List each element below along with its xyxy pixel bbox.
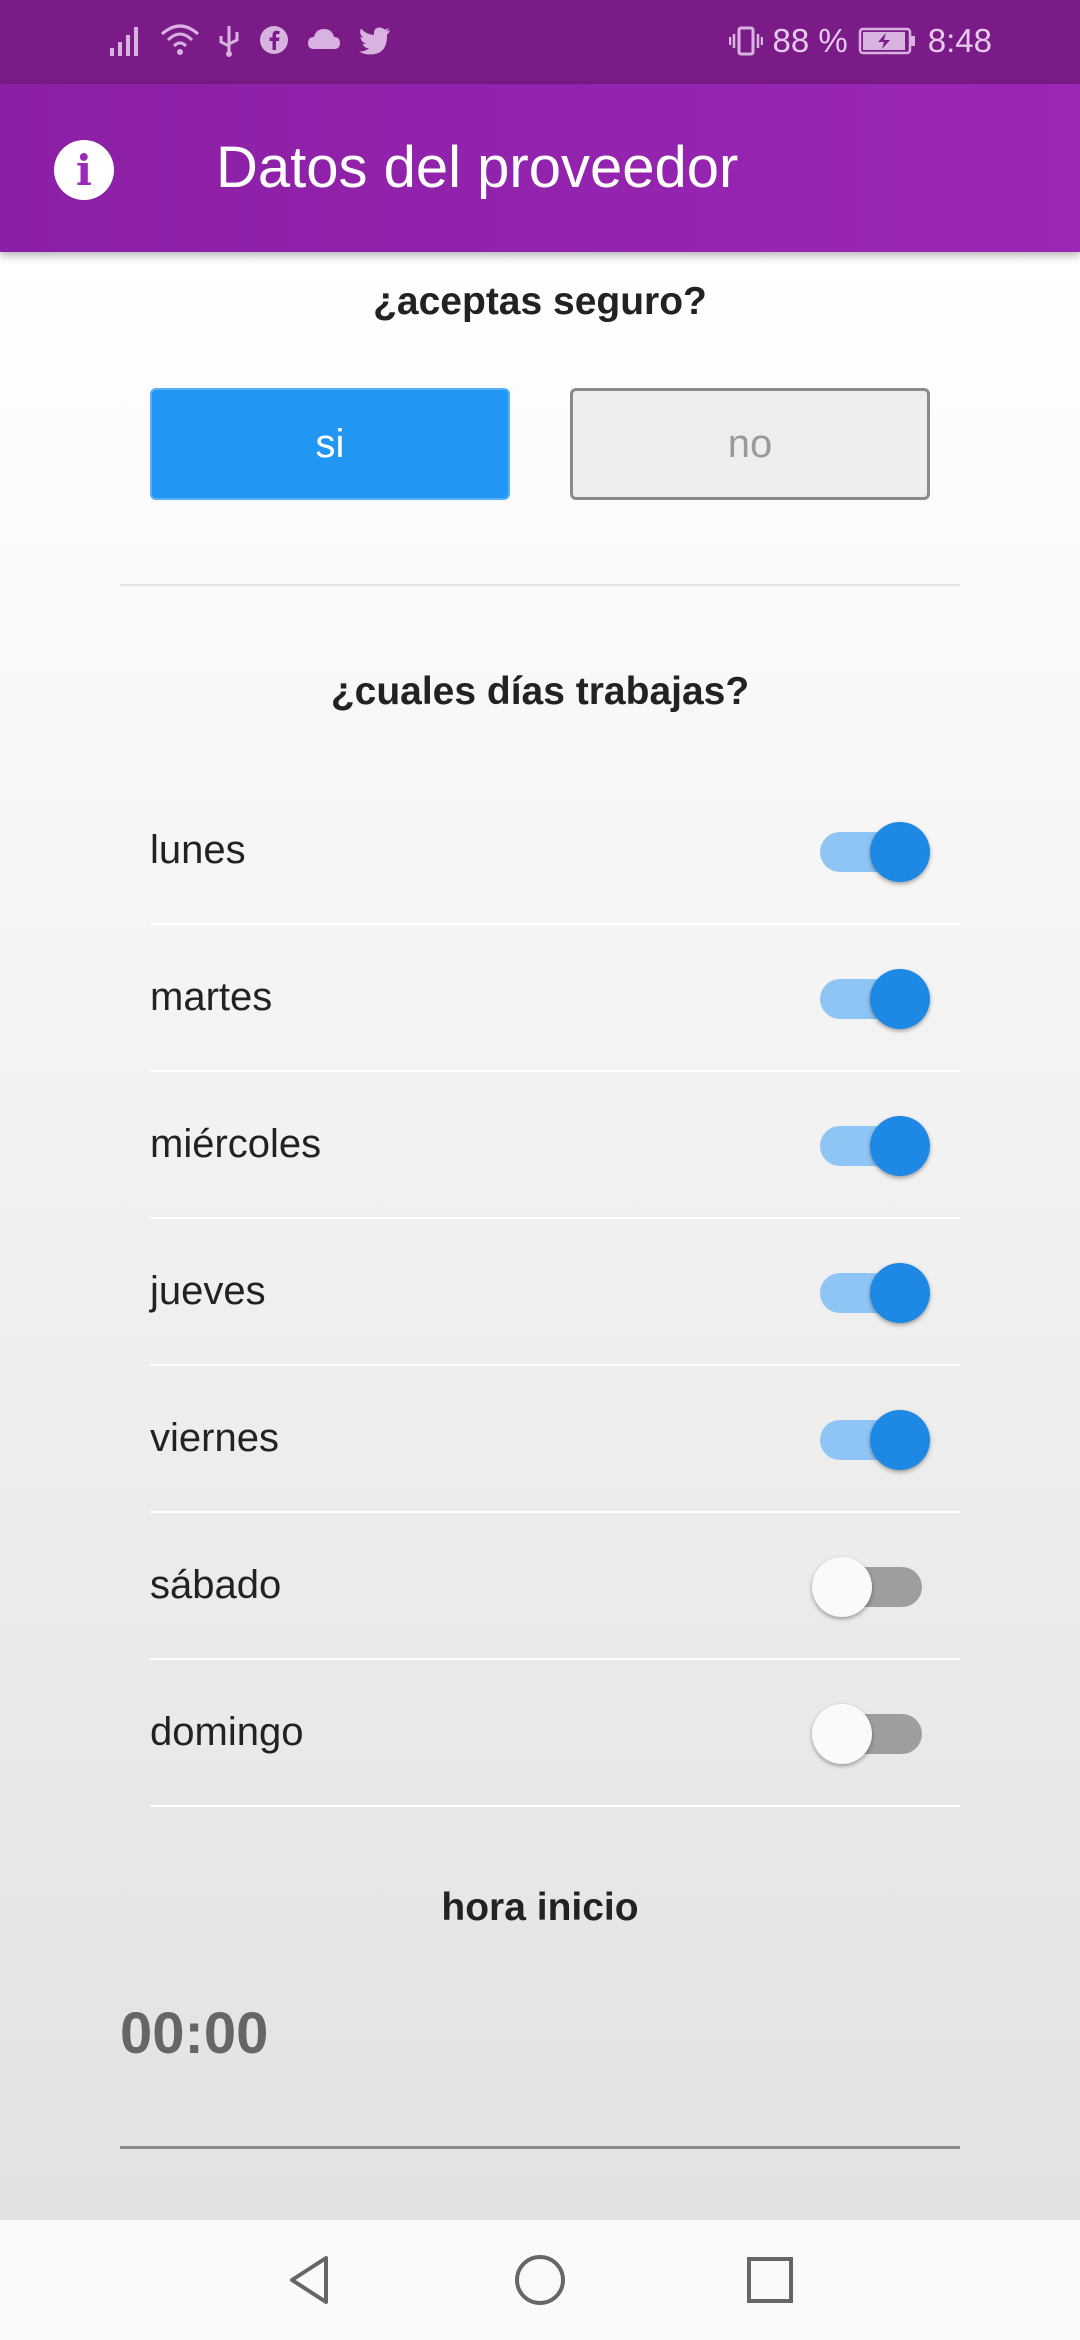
status-icons-left bbox=[108, 22, 392, 58]
cloud-icon bbox=[308, 29, 340, 49]
toggle-viernes[interactable] bbox=[820, 1410, 930, 1470]
day-label: sábado bbox=[150, 1563, 282, 1607]
usb-icon bbox=[219, 26, 239, 57]
day-label: viernes bbox=[150, 1416, 279, 1460]
workday-row-domingo: domingo bbox=[150, 1660, 960, 1807]
facebook-icon bbox=[260, 26, 288, 54]
start-time-underline bbox=[120, 2146, 960, 2149]
insurance-no-button[interactable]: no bbox=[570, 388, 930, 500]
screen: 88 % 8:48 i Datos del proveedor ¿aceptas… bbox=[0, 0, 1080, 2340]
navigation-bar bbox=[0, 2220, 1080, 2340]
day-label: domingo bbox=[150, 1710, 304, 1754]
home-icon[interactable] bbox=[510, 2250, 570, 2310]
twitter-icon bbox=[359, 27, 390, 55]
workday-row-viernes: viernes bbox=[150, 1366, 960, 1513]
wifi-icon bbox=[161, 24, 199, 55]
toggle-domingo[interactable] bbox=[812, 1704, 922, 1764]
workday-row-jueves: jueves bbox=[150, 1219, 960, 1366]
recents-icon[interactable] bbox=[740, 2250, 800, 2310]
battery-icon bbox=[858, 27, 915, 55]
start-time-label: hora inicio bbox=[441, 1886, 639, 1929]
day-label: jueves bbox=[150, 1269, 266, 1313]
workdays-question: ¿cuales días trabajas? bbox=[330, 670, 750, 713]
back-icon[interactable] bbox=[280, 2250, 340, 2310]
workday-row-sabado: sábado bbox=[150, 1513, 960, 1660]
provider-form: ¿aceptas seguro? si no ¿cuales días trab… bbox=[0, 252, 1080, 2220]
day-label: miércoles bbox=[150, 1122, 322, 1166]
start-time-input[interactable]: 00:00 bbox=[120, 2000, 268, 2067]
workday-row-martes: martes bbox=[150, 925, 960, 1072]
battery-percentage: 88 % bbox=[772, 22, 848, 59]
toggle-lunes[interactable] bbox=[820, 822, 930, 882]
info-icon[interactable]: i bbox=[54, 140, 114, 200]
divider bbox=[120, 584, 960, 586]
vibrate-icon bbox=[728, 26, 763, 56]
workday-row-miercoles: miércoles bbox=[150, 1072, 960, 1219]
insurance-question: ¿aceptas seguro? bbox=[373, 280, 707, 323]
day-label: martes bbox=[150, 975, 273, 1019]
signal-icon bbox=[110, 27, 138, 56]
status-icons-right: 88 % 8:48 bbox=[728, 22, 992, 60]
toggle-miercoles[interactable] bbox=[820, 1116, 930, 1176]
app-bar: i Datos del proveedor bbox=[0, 84, 1080, 252]
workday-row-lunes: lunes bbox=[150, 778, 960, 925]
status-bar: 88 % 8:48 bbox=[0, 0, 1080, 84]
toggle-jueves[interactable] bbox=[820, 1263, 930, 1323]
day-label: lunes bbox=[150, 828, 246, 872]
insurance-yes-button[interactable]: si bbox=[150, 388, 510, 500]
clock: 8:48 bbox=[927, 22, 992, 59]
toggle-sabado[interactable] bbox=[812, 1557, 922, 1617]
page-title: Datos del proveedor bbox=[216, 135, 739, 200]
toggle-martes[interactable] bbox=[820, 969, 930, 1029]
